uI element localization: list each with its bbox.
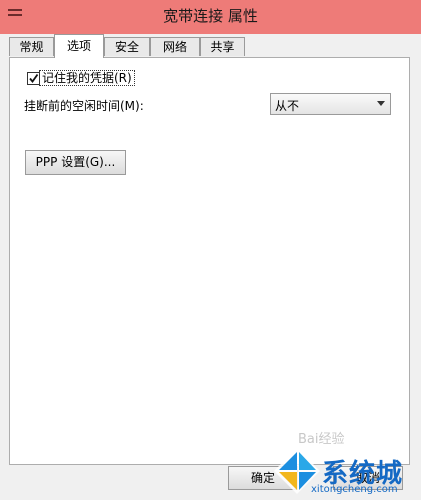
tab-options[interactable]: 选项	[54, 34, 104, 58]
watermark-url: xitongcheng.com	[311, 484, 398, 495]
ppp-settings-button[interactable]: PPP 设置(G)...	[25, 150, 126, 175]
checkmark-icon	[29, 73, 39, 83]
tab-networking[interactable]: 网络	[150, 37, 200, 56]
remember-credentials-label[interactable]: 记住我的凭据(R)	[39, 70, 135, 86]
baidu-watermark: Bai经验	[298, 432, 345, 447]
options-panel	[9, 57, 410, 465]
idle-time-label: 挂断前的空闲时间(M):	[24, 99, 144, 113]
tab-general[interactable]: 常规	[9, 37, 54, 56]
idle-time-value: 从不	[275, 99, 300, 113]
window-title: 宽带连接 属性	[163, 7, 258, 25]
chevron-down-icon	[377, 101, 385, 106]
tab-sharing[interactable]: 共享	[200, 37, 245, 56]
idle-time-dropdown[interactable]: 从不	[270, 93, 391, 115]
title-bar: 宽带连接 属性	[0, 0, 421, 30]
tab-security[interactable]: 安全	[104, 37, 150, 56]
